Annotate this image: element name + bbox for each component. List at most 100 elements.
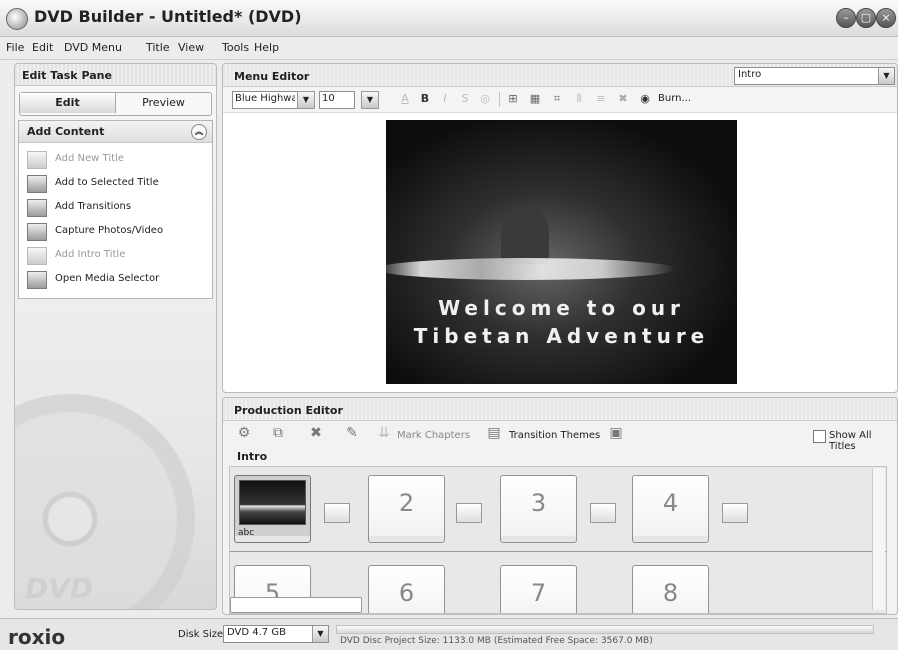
project-size-status: DVD Disc Project Size: 1133.0 MB (Estima…: [340, 636, 653, 646]
burn-label[interactable]: Burn...: [658, 93, 691, 104]
add-intro-title-item[interactable]: Add Intro Title: [27, 247, 207, 267]
collapse-icon[interactable]: ︽: [191, 124, 207, 140]
text-toolbar: Blue Highway C ▼ 10 ▼ A B I S ◎ ⊞ ▦ ⌗ ⫴ …: [223, 87, 897, 113]
preview-photo-figure: [501, 206, 549, 264]
clip-slot-1[interactable]: abc: [234, 475, 311, 543]
selected-menu-value: Intro: [738, 69, 762, 80]
media-selector-icon: [27, 271, 47, 289]
slot-number: 2: [398, 489, 415, 517]
size-dropdown-icon[interactable]: ▼: [361, 91, 379, 109]
minimize-button[interactable]: –: [836, 8, 856, 28]
bold-icon[interactable]: B: [417, 92, 433, 105]
clapper-icon[interactable]: ▣: [607, 425, 625, 443]
capture-icon: [27, 223, 47, 241]
tab-preview[interactable]: Preview: [116, 93, 211, 113]
close-button[interactable]: ×: [876, 8, 896, 28]
intro-title-icon: [27, 247, 47, 265]
add-transitions-item[interactable]: Add Transitions: [27, 199, 207, 219]
outline-icon[interactable]: ◎: [477, 92, 493, 105]
clip-thumbnail: [239, 480, 306, 525]
edit-preview-tabs: Edit Preview: [19, 92, 212, 116]
delete-icon[interactable]: ✖: [615, 92, 631, 105]
edit-clip-icon[interactable]: ✎: [343, 425, 361, 443]
capture-photos-video-item[interactable]: Capture Photos/Video: [27, 223, 207, 243]
menu-file[interactable]: File: [6, 41, 24, 54]
clip-slot-8[interactable]: 8: [632, 565, 709, 613]
disk-size-label: Disk Size: [178, 629, 224, 640]
align-vertical-icon[interactable]: ⫴: [571, 92, 587, 106]
font-size-select[interactable]: 10: [319, 91, 355, 109]
mark-chapters-icon[interactable]: ⇊: [375, 425, 393, 443]
menu-editor-title: Menu Editor: [234, 70, 310, 83]
slot-number: 6: [398, 579, 415, 607]
preview-photo-lights: [386, 258, 676, 280]
menu-edit[interactable]: Edit: [32, 41, 53, 54]
clip-slot-3[interactable]: 3: [500, 475, 577, 543]
layout-icon[interactable]: ▦: [527, 92, 543, 105]
menu-title-line1[interactable]: Welcome to our: [386, 296, 737, 320]
font-dropdown-icon[interactable]: ▼: [297, 91, 315, 109]
window-title: DVD Builder - Untitled* (DVD): [34, 7, 302, 26]
maximize-button[interactable]: ▢: [856, 8, 876, 28]
clip-slot-2[interactable]: 2: [368, 475, 445, 543]
delete-clip-icon[interactable]: ✖: [307, 425, 325, 443]
menu-help[interactable]: Help: [254, 41, 279, 54]
transition-slot-3[interactable]: [590, 503, 616, 523]
add-content-panel: Add Content ︽ Add New Title Add to Selec…: [18, 120, 213, 299]
clip-slot-6[interactable]: 6: [368, 565, 445, 613]
row-divider: [230, 551, 886, 552]
add-to-selected-title-item[interactable]: Add to Selected Title: [27, 175, 207, 195]
production-editor-panel: Production Editor ⚙ ⧉ ✖ ✎ ⇊ Mark Chapter…: [222, 397, 898, 615]
menu-select-dropdown[interactable]: Intro ▼: [734, 67, 895, 85]
settings-icon[interactable]: ⚙: [235, 425, 253, 443]
menu-dvd-menu[interactable]: DVD Menu: [64, 41, 122, 54]
horizontal-scrollbar[interactable]: [230, 597, 362, 613]
copy-icon[interactable]: ⧉: [269, 425, 287, 443]
shadow-icon[interactable]: S: [457, 92, 473, 105]
vertical-scrollbar[interactable]: [872, 468, 885, 610]
disk-size-dropdown[interactable]: DVD 4.7 GB ▼: [223, 625, 329, 643]
transition-slot-2[interactable]: [456, 503, 482, 523]
add-new-title-item[interactable]: Add New Title: [27, 151, 207, 171]
add-transitions-label: Add Transitions: [55, 201, 132, 212]
open-media-selector-label: Open Media Selector: [55, 273, 160, 284]
menu-tools[interactable]: Tools: [222, 41, 249, 54]
add-media-icon: [27, 175, 47, 193]
align-horizontal-icon[interactable]: ≡: [593, 92, 609, 105]
menu-preview-canvas[interactable]: Welcome to our Tibetan Adventure: [386, 120, 737, 384]
text-color-icon[interactable]: A: [397, 92, 413, 105]
menu-title-line2[interactable]: Tibetan Adventure: [386, 324, 737, 348]
burn-icon[interactable]: ◉: [637, 92, 653, 105]
intro-section-label: Intro: [237, 450, 268, 463]
clip-slot-4[interactable]: 4: [632, 475, 709, 543]
transition-themes-icon[interactable]: ▤: [485, 425, 503, 443]
crop-icon[interactable]: ⌗: [549, 92, 565, 106]
roxio-logo: roxio: [8, 625, 66, 649]
show-all-titles-checkbox[interactable]: [813, 430, 826, 443]
mark-chapters-label[interactable]: Mark Chapters: [397, 430, 470, 441]
add-content-header: Add Content ︽: [19, 121, 212, 143]
chevron-down-icon[interactable]: ▼: [312, 626, 328, 642]
grid-icon[interactable]: ⊞: [505, 92, 521, 105]
add-content-title: Add Content: [27, 125, 105, 138]
open-media-selector-item[interactable]: Open Media Selector: [27, 271, 207, 291]
italic-icon[interactable]: I: [437, 92, 453, 105]
production-toolbar: ⚙ ⧉ ✖ ✎ ⇊ Mark Chapters ▤ Transition The…: [223, 422, 897, 452]
transition-themes-label[interactable]: Transition Themes: [509, 430, 600, 441]
menu-title[interactable]: Title: [146, 41, 170, 54]
slot-number: 8: [662, 579, 679, 607]
add-to-selected-title-label: Add to Selected Title: [55, 177, 159, 188]
show-all-titles-label[interactable]: Show All Titles: [829, 430, 897, 452]
status-bar: roxio Disk Size DVD 4.7 GB ▼ DVD Disc Pr…: [0, 618, 898, 650]
slot-number: 4: [662, 489, 679, 517]
slot-number: 7: [530, 579, 547, 607]
chevron-down-icon[interactable]: ▼: [878, 68, 894, 84]
clip-slot-7[interactable]: 7: [500, 565, 577, 613]
transition-slot-1[interactable]: [324, 503, 350, 523]
tab-edit[interactable]: Edit: [20, 93, 116, 113]
transition-slot-4[interactable]: [722, 503, 748, 523]
pane-title: Edit Task Pane: [15, 64, 216, 86]
menu-view[interactable]: View: [178, 41, 204, 54]
slot-number: 3: [530, 489, 547, 517]
app-icon: [6, 8, 28, 30]
